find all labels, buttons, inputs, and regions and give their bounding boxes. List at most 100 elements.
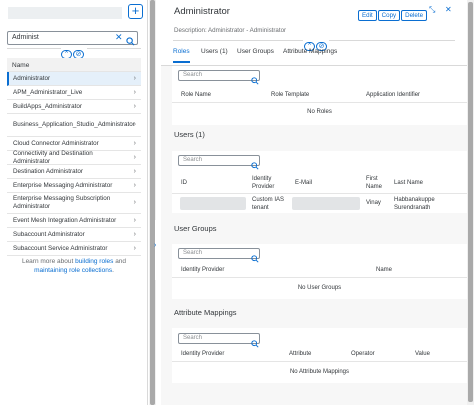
search-value: Administ [12,34,39,41]
user-groups-section-title: User Groups [174,224,217,233]
list-item[interactable]: Enterprise Messaging Subscription Admini… [7,193,141,214]
scrollbar-thumb[interactable] [468,2,473,402]
master-scrollbar[interactable] [149,0,156,405]
master-title-bar [8,7,122,19]
list-item-label: Enterprise Messaging Subscription Admini… [13,195,111,210]
tab-roles[interactable]: Roles [173,48,190,55]
delete-button[interactable]: Delete [401,10,428,21]
chevron-right-icon: › [133,121,136,128]
chevron-right-icon: › [133,74,136,82]
roles-search-input[interactable]: Search [178,70,260,85]
chevron-right-icon: › [133,230,136,238]
attribute-mappings-search-input[interactable]: Search [178,333,260,348]
search-placeholder: Search [183,72,203,78]
add-role-collection-button[interactable]: + [128,4,143,19]
list-item[interactable]: Enterprise Messaging Administrator › [7,179,141,193]
chevron-right-icon: › [133,181,136,189]
edit-button[interactable]: Edit [358,10,377,21]
attribute-mappings-section-title: Attribute Mappings [174,308,237,317]
copy-button[interactable]: Copy [377,10,401,21]
tab-user-groups[interactable]: User Groups [237,48,274,55]
user-last-name: Habbanakuppe Surendranath [394,197,435,211]
detail-scrollbar[interactable] [467,0,474,405]
column-header: Identity Provider [252,176,275,190]
fullscreen-icon[interactable]: ⤡ [429,5,435,15]
divider [173,40,303,41]
list-item-label: APM_Administrator_Live [13,88,83,96]
column-header: E-Mail [295,180,313,186]
column-header: Application Identifier [366,92,421,98]
learn-text: Learn more about [21,258,76,265]
list-item-label: Business_Application_Studio_Administrato… [13,121,135,128]
users-search-input[interactable]: Search [178,155,260,170]
column-header: ID [181,180,187,186]
tab-attribute-mappings[interactable]: Attribute Mappings [283,48,337,55]
list-item-label: Cloud Connector Administrator [13,139,99,147]
learn-more-text: Learn more about building roles and main… [12,257,136,275]
users-section: Search ID Identity Provider E-Mail First… [172,151,467,213]
user-groups-table-header: Identity Provider Name [172,264,467,278]
list-item-label: Administrator [13,74,51,82]
object-header: Administrator Edit Copy Delete ⤡ ✕ Descrip… [161,0,467,66]
chevron-right-icon: › [133,153,136,161]
tab-users[interactable]: Users (1) [201,48,228,55]
users-section-title: Users (1) [174,130,205,139]
redacted-email [292,197,360,210]
redacted-id [180,197,246,210]
search-placeholder: Search [183,335,203,341]
list-item[interactable]: APM_Administrator_Live › [7,86,141,100]
close-icon[interactable]: ✕ [445,5,452,14]
column-header: First Name [366,176,383,190]
users-table-header: ID Identity Provider E-Mail First Name L… [172,172,467,194]
user-groups-empty-text: No User Groups [297,285,342,291]
list-item[interactable]: Subaccount Administrator › [7,228,141,242]
building-roles-link[interactable]: building roles [75,258,113,265]
column-header: Value [415,351,430,357]
column-header: Role Name [181,92,212,98]
chevron-right-icon: › [133,216,136,224]
chevron-right-icon: › [133,139,136,147]
maintaining-role-collections-link[interactable]: maintaining role collections [34,267,112,274]
search-placeholder: Search [183,250,203,256]
header-actions: Edit Copy Delete [358,4,428,22]
chevron-right-icon: › [133,102,136,110]
roles-table-header: Role Name Role Template Application Iden… [172,88,467,103]
list-item[interactable]: Connectivity and Destination Administrat… [7,149,141,165]
list-item[interactable]: Event Mesh Integration Administrator › [7,214,141,228]
column-header: Identity Provider [181,267,225,273]
scrollbar-thumb[interactable] [150,0,155,405]
app-root: + Administ ✕ ⌃ ⊘ Name Administrator › APM_… [0,0,474,405]
list-item-label: Enterprise Messaging Administrator [13,181,113,189]
list-item[interactable]: Business_Application_Studio_Administrato… [7,114,141,137]
column-header: Last Name [394,180,424,186]
search-placeholder: Search [183,157,203,163]
user-first-name: Vinay [366,200,381,206]
list-item-label: BuildApps_Administrator [13,102,82,110]
roles-empty-text: No Roles [307,109,332,115]
chevron-right-icon: › [133,167,136,175]
chevron-right-icon: › [133,88,136,96]
chevron-right-icon: › [154,242,157,249]
column-header: Identity Provider [181,351,225,357]
list-item[interactable]: Subaccount Service Administrator › [7,242,141,256]
roles-section: Search Role Name Role Template Applicati… [172,66,467,125]
list-item-label: Event Mesh Integration Administrator [13,216,117,224]
splitter-handle[interactable]: › [154,220,159,280]
learn-text: . [112,267,114,274]
list-item[interactable]: BuildApps_Administrator › [7,100,141,114]
table-row[interactable]: Custom IAS tenant Vinay Habbanakuppe Sur… [172,194,467,213]
column-header: Attribute [289,351,312,357]
list-item[interactable]: Destination Administrator › [7,165,141,179]
user-groups-search-input[interactable]: Search [178,248,260,263]
column-header: Name [376,267,393,273]
role-collection-list: Administrator › APM_Administrator_Live › B… [7,72,141,256]
clear-icon[interactable]: ✕ [115,32,123,43]
column-header: Role Template [271,92,310,98]
user-groups-section: Search Identity Provider Name No User Gr… [172,244,467,299]
attribute-mappings-section: Search Identity Provider Attribute Opera… [172,328,467,383]
divider [7,48,61,49]
list-item[interactable]: Administrator › [7,72,141,86]
list-item-label: Connectivity and Destination Administrat… [13,149,93,165]
learn-text: and [113,258,127,265]
list-item-label: Subaccount Service Administrator [13,244,108,252]
